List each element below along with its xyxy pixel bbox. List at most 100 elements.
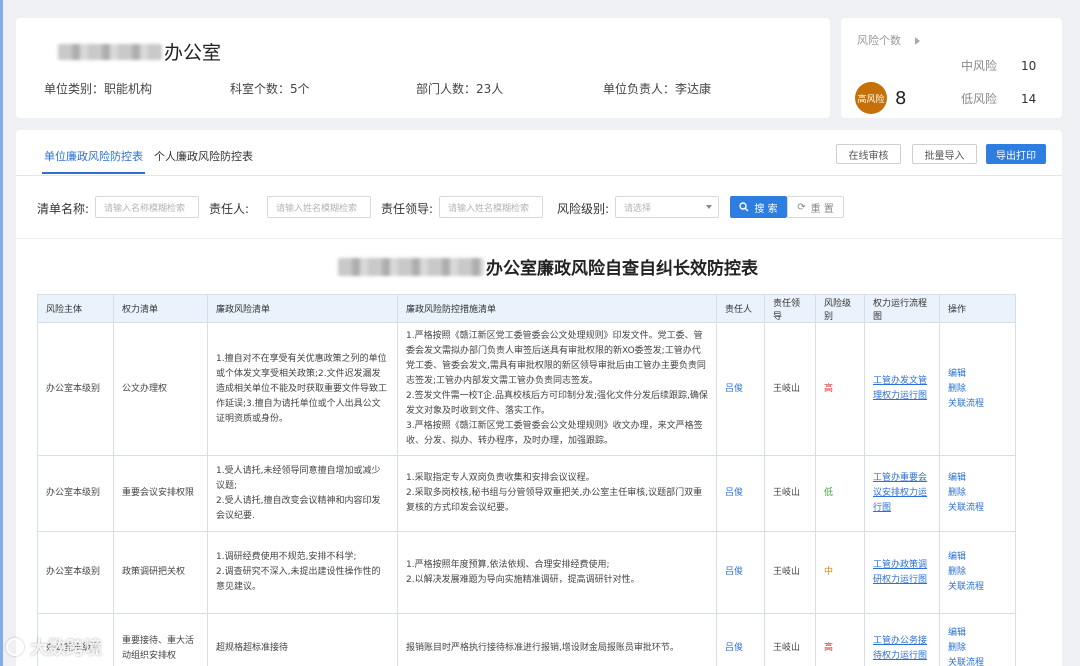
measures-cell: 1.严格按照《赣江新区党工委管委会公文处理规则》印发文件。党工委、管委会发文需拟…: [397, 322, 717, 456]
link-flow-link[interactable]: 关联流程: [948, 397, 1007, 412]
link-flow-link[interactable]: 关联流程: [948, 656, 1007, 666]
tab-unit-risk[interactable]: 单位廉政风险防控表: [42, 148, 145, 174]
divider: [16, 238, 1062, 239]
measures-cell: 报销账目时严格执行接待标准进行报销,增设财金局报账员审批环节。: [397, 613, 717, 666]
risk-count-title[interactable]: 风险个数: [857, 32, 920, 48]
unit-leader: 单位负责人：李达康: [603, 82, 712, 96]
export-print-button[interactable]: 导出打印: [986, 144, 1046, 164]
table-header-row: 风险主体 权力清单 廉政风险清单 廉政风险防控措施清单 责任人 责任领导 风险级…: [37, 294, 1016, 323]
table-row: 办公室本级别 重要接待、重大活动组织安排权 超规格超标准接待 报销账目时严格执行接待标…: [37, 613, 1016, 666]
risk-level-cell: 高: [815, 613, 865, 666]
low-risk-row: 低风险 14: [961, 92, 1037, 106]
link-flow-link[interactable]: 关联流程: [948, 580, 1007, 595]
risk-summary-card: 风险个数 高风险 8 中风险 10 低风险 14: [841, 18, 1062, 118]
flow-chart-link[interactable]: 工管办重要会议安排权力运行图: [864, 455, 940, 532]
col-header: 廉政风险防控措施清单: [397, 294, 717, 323]
flow-chart-link[interactable]: 工管办政策调研权力运行图: [864, 531, 940, 614]
actions-cell: 编辑 删除 关联流程: [939, 531, 1016, 614]
col-header: 责任领导: [764, 294, 816, 323]
col-header: 风险主体: [37, 294, 114, 323]
risk-level-cell: 高: [815, 322, 865, 456]
link-flow-link[interactable]: 关联流程: [948, 501, 1007, 516]
delete-link[interactable]: 删除: [948, 565, 1007, 580]
table-row: 办公室本级别 政策调研把关权 1.调研经费使用不规范,安排不科学; 2.调查研究不深…: [37, 531, 1016, 614]
measures-cell: 1.采取指定专人双岗负责收集和安排会议议程。 2.采取多岗校核,秘书组与分管领导…: [397, 455, 717, 532]
table-body: 办公室本级别 公文办理权 1.擅自对不在享受有关优惠政策之列的单位或个体发文享受相关…: [37, 322, 1016, 666]
risk-list-cell: 1.擅自对不在享受有关优惠政策之列的单位或个体发文享受相关政策;2.文件迟发漏发…: [207, 322, 398, 456]
table-row: 办公室本级别 公文办理权 1.擅自对不在享受有关优惠政策之列的单位或个体发文享受相关…: [37, 322, 1016, 456]
unit-info-card: 办公室 单位类别：职能机构 科室个数：5个 部门人数：23人 单位负责人：李达康: [16, 18, 830, 118]
search-button[interactable]: 搜 索: [730, 196, 787, 218]
leader-input[interactable]: 请输入姓名模糊检索: [439, 196, 543, 218]
edit-link[interactable]: 编辑: [948, 367, 1007, 382]
high-risk-badge: 高风险: [855, 82, 887, 114]
owner-cell[interactable]: 吕俊: [716, 455, 765, 532]
watermark-logo-icon: [6, 638, 24, 656]
level-select[interactable]: 请选择: [615, 196, 719, 218]
batch-import-button[interactable]: 批量导入: [912, 144, 977, 164]
list-name-label: 清单名称:: [37, 202, 90, 216]
redacted-text: [338, 257, 484, 276]
edit-link[interactable]: 编辑: [948, 550, 1007, 565]
dept-count: 科室个数：5个: [230, 82, 310, 96]
tab-bar: 单位廉政风险防控表 个人廉政风险防控表 在线审核 批量导入 导出打印: [16, 130, 1062, 176]
unit-name: 办公室: [164, 42, 222, 64]
unit-title: 办公室: [58, 38, 221, 65]
level-label: 风险级别:: [557, 202, 610, 216]
power-cell: 重要会议安排权限: [113, 455, 208, 532]
power-cell: 公文办理权: [113, 322, 208, 456]
col-header: 廉政风险清单: [207, 294, 398, 323]
low-risk-count: 14: [1021, 92, 1037, 106]
risk-level-cell: 低: [815, 455, 865, 532]
risk-list-cell: 1.调研经费使用不规范,安排不科学; 2.调查研究不深入,未提出建设性操作性的意…: [207, 531, 398, 614]
flow-chart-link[interactable]: 工管办公务接待权力运行图: [864, 613, 940, 666]
filter-bar: 清单名称: 请输入名称模糊检索 责任人: 请输入姓名模糊检索 责任领导: 请输入…: [16, 196, 1062, 236]
owner-cell[interactable]: 吕俊: [716, 613, 765, 666]
risk-subject-cell: 办公室本级别: [37, 455, 114, 532]
measures-cell: 1.严格按照年度预算,依法依规、合理安排经费使用; 2.以解决发展难题为导向实施…: [397, 531, 717, 614]
risk-subject-cell: 办公室本级别: [37, 322, 114, 456]
redacted-text: [58, 43, 162, 60]
leader-cell: 王岐山: [764, 455, 816, 532]
col-header: 责任人: [716, 294, 765, 323]
online-review-button[interactable]: 在线审核: [836, 144, 901, 164]
delete-link[interactable]: 删除: [948, 641, 1007, 656]
refresh-icon: ⟳: [797, 201, 806, 213]
actions-cell: 编辑 删除 关联流程: [939, 455, 1016, 532]
col-header: 权力运行流程图: [864, 294, 940, 323]
main-panel: 单位廉政风险防控表 个人廉政风险防控表 在线审核 批量导入 导出打印 清单名称:…: [16, 130, 1062, 666]
table-row: 办公室本级别 重要会议安排权限 1.受人请托,未经领导同意擅自增加或减少议题; 2.…: [37, 455, 1016, 532]
delete-link[interactable]: 删除: [948, 486, 1007, 501]
delete-link[interactable]: 删除: [948, 382, 1007, 397]
edit-link[interactable]: 编辑: [948, 626, 1007, 641]
risk-subject-cell: 办公室本级别: [37, 531, 114, 614]
tab-personal-risk[interactable]: 个人廉政风险防控表: [154, 148, 253, 164]
owner-label: 责任人:: [209, 202, 250, 216]
staff-count: 部门人数：23人: [416, 82, 504, 96]
owner-cell[interactable]: 吕俊: [716, 531, 765, 614]
flow-chart-link[interactable]: 工管办发文管理权力运行图: [864, 322, 940, 456]
left-edge-accent: [0, 0, 3, 666]
power-cell: 政策调研把关权: [113, 531, 208, 614]
table-heading: 办公室廉政风险自查自纠长效防控表: [338, 254, 758, 279]
risk-list-cell: 1.受人请托,未经领导同意擅自增加或减少议题; 2.受人请托,擅自改变会议精神和…: [207, 455, 398, 532]
mid-risk-row: 中风险 10: [961, 59, 1037, 73]
search-icon: [739, 202, 749, 212]
mid-risk-count: 10: [1021, 59, 1037, 73]
leader-cell: 王岐山: [764, 322, 816, 456]
chevron-down-icon: [706, 205, 712, 209]
actions-cell: 编辑 删除 关联流程: [939, 613, 1016, 666]
list-name-input[interactable]: 请输入名称模糊检索: [95, 196, 199, 218]
watermark: 大数跨境: [6, 634, 102, 660]
risk-level-cell: 中: [815, 531, 865, 614]
edit-link[interactable]: 编辑: [948, 471, 1007, 486]
leader-cell: 王岐山: [764, 613, 816, 666]
col-header: 权力清单: [113, 294, 208, 323]
table-title: 办公室廉政风险自查自纠长效防控表: [486, 259, 758, 279]
owner-cell[interactable]: 吕俊: [716, 322, 765, 456]
col-header: 操作: [939, 294, 1016, 323]
owner-input[interactable]: 请输入姓名模糊检索: [267, 196, 371, 218]
power-cell: 重要接待、重大活动组织安排权: [113, 613, 208, 666]
reset-button[interactable]: ⟳ 重 置: [787, 196, 844, 218]
unit-type: 单位类别：职能机构: [44, 82, 153, 96]
